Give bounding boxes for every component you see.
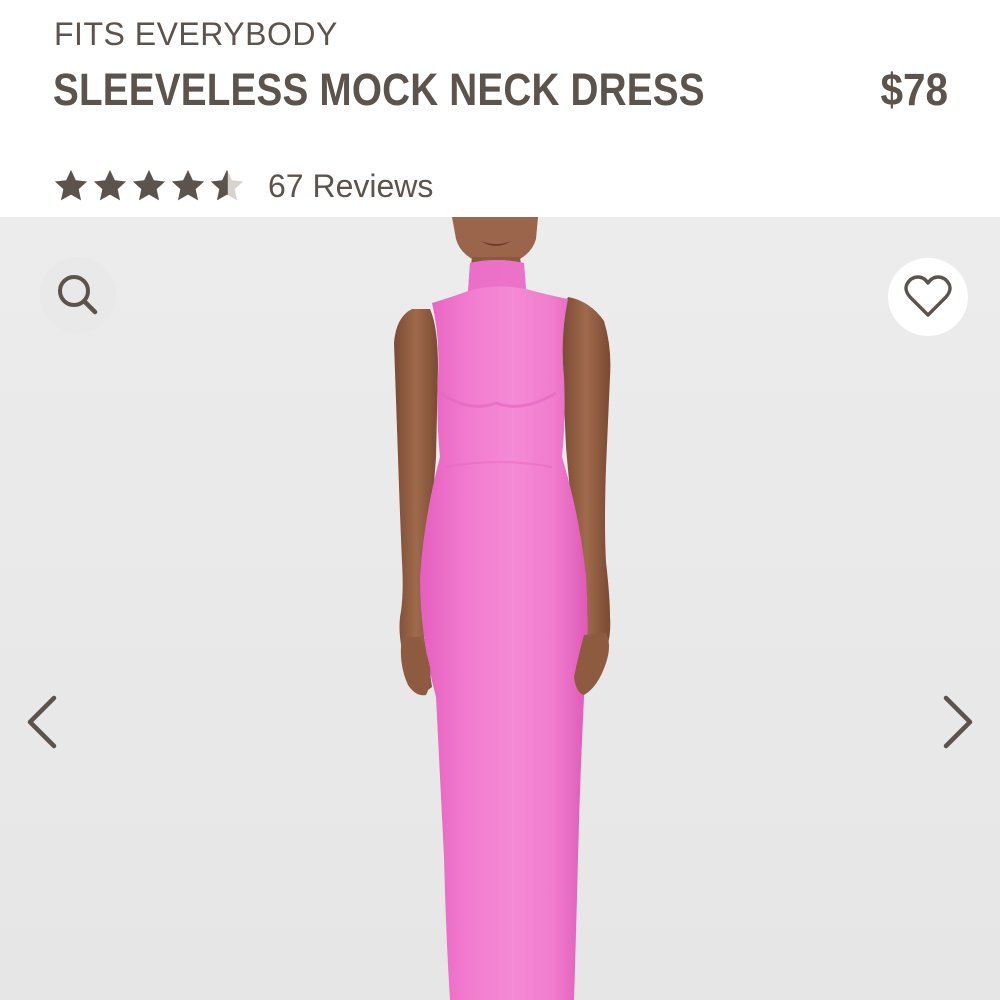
model-dress [420,260,588,1000]
star-icon [171,169,205,201]
wishlist-button[interactable] [888,258,968,336]
chevron-right-icon [943,695,973,749]
product-page: FITS EVERYBODY SLEEVELESS MOCK NECK DRES… [0,0,1000,1000]
star-icon [54,169,88,201]
previous-image-button[interactable] [20,687,64,757]
search-icon [58,275,98,315]
product-title: SLEEVELESS MOCK NECK DRESS [53,64,705,115]
product-photo [394,217,611,1000]
product-image-gallery[interactable] [0,217,1000,1000]
star-icon [93,169,127,201]
star-half-icon [210,169,244,201]
heart-outline-icon [904,275,952,317]
product-header: FITS EVERYBODY SLEEVELESS MOCK NECK DRES… [0,0,1000,217]
collection-label: FITS EVERYBODY [54,16,338,52]
chevron-left-icon [27,695,57,749]
product-price: $78 [880,64,948,115]
reviews-link[interactable]: 67 Reviews [268,168,433,205]
next-image-button[interactable] [936,687,980,757]
star-rating [52,167,246,205]
zoom-button[interactable] [40,257,116,333]
rating-summary[interactable]: 67 Reviews [52,164,433,208]
star-icon [132,169,166,201]
